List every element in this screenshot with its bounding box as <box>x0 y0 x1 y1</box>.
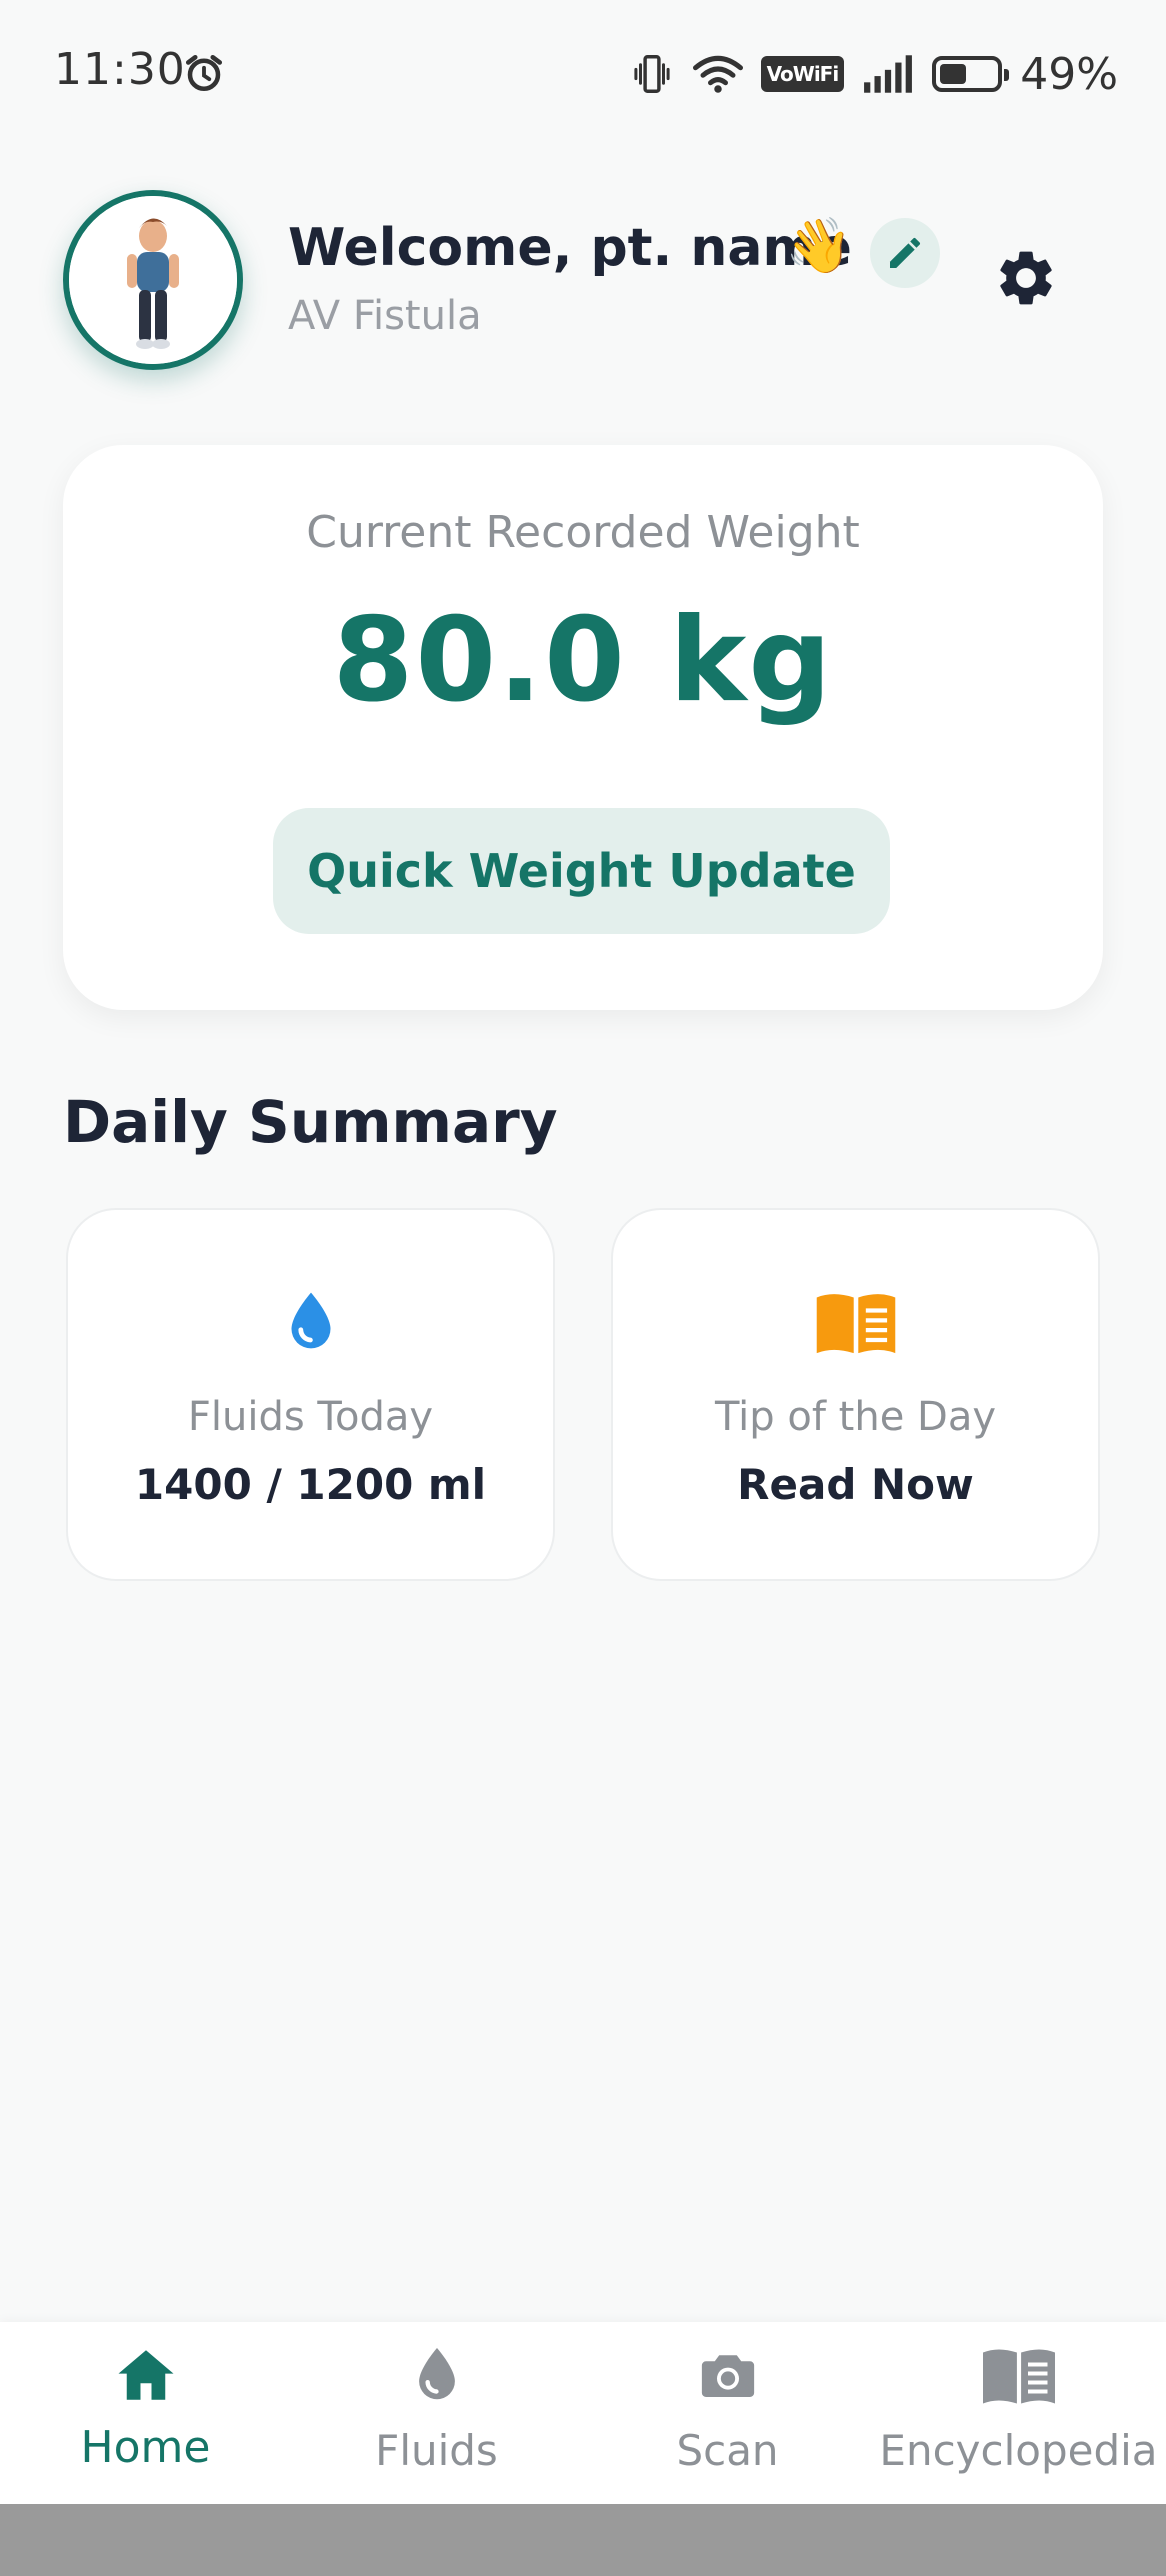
nav-home[interactable]: Home <box>0 2322 291 2504</box>
nav-scan-label: Scan <box>676 2426 779 2475</box>
wifi-icon <box>692 55 743 93</box>
tip-of-the-day-label: Tip of the Day <box>714 1394 997 1440</box>
nav-fluids[interactable]: Fluids <box>291 2322 582 2504</box>
avatar[interactable] <box>63 190 243 370</box>
nav-scan[interactable]: Scan <box>582 2322 873 2504</box>
fluids-today-card[interactable]: Fluids Today 1400 / 1200 ml <box>66 1208 555 1581</box>
book-icon <box>982 2349 1055 2404</box>
quick-weight-update-button[interactable]: Quick Weight Update <box>273 808 890 934</box>
status-time: 11:30 <box>54 44 186 95</box>
fluids-today-value: 1400 / 1200 ml <box>134 1460 487 1509</box>
nav-encyclopedia[interactable]: Encyclopedia <box>873 2322 1164 2504</box>
settings-button[interactable] <box>988 240 1064 316</box>
battery-icon <box>932 56 1010 92</box>
weight-label: Current Recorded Weight <box>306 507 860 558</box>
tip-of-the-day-card[interactable]: Tip of the Day Read Now <box>611 1208 1100 1581</box>
vowifi-icon: VoWiFi <box>760 56 845 92</box>
weight-value: 80.0 kg <box>332 593 834 728</box>
daily-summary-title: Daily Summary <box>63 1088 558 1156</box>
bottom-navigation: Home Fluids Scan Encyclopedia <box>0 2322 1166 2504</box>
system-navigation-bar <box>0 2504 1166 2576</box>
camera-icon <box>701 2355 754 2397</box>
status-bar: 11:30 VoWiFi 49% <box>0 0 1166 150</box>
status-icons: VoWiFi 49% <box>629 44 1118 104</box>
fluids-today-label: Fluids Today <box>187 1394 434 1440</box>
wave-emoji: 👋 <box>785 214 853 277</box>
water-drop-icon <box>291 1292 330 1349</box>
home-icon <box>118 2350 173 2400</box>
read-now-link[interactable]: Read Now <box>613 1460 1098 1509</box>
vibrate-icon <box>634 55 670 93</box>
gear-icon <box>1000 251 1052 305</box>
battery-percent: 49% <box>1020 48 1118 100</box>
weight-card: Current Recorded Weight 80.0 kg Quick We… <box>63 445 1103 1010</box>
nav-encyclopedia-label: Encyclopedia <box>879 2426 1158 2475</box>
condition-subtitle: AV Fistula <box>288 293 482 339</box>
alarm-icon <box>185 54 223 92</box>
drop-icon <box>418 2348 455 2400</box>
avatar-figure-icon <box>69 196 237 364</box>
open-book-icon <box>816 1294 895 1354</box>
signal-icon <box>864 55 913 93</box>
welcome-text: Welcome, pt. name <box>288 218 852 278</box>
nav-home-label: Home <box>80 2422 211 2473</box>
edit-profile-button[interactable] <box>870 218 940 288</box>
nav-fluids-label: Fluids <box>375 2426 498 2475</box>
edit-icon <box>890 237 921 268</box>
